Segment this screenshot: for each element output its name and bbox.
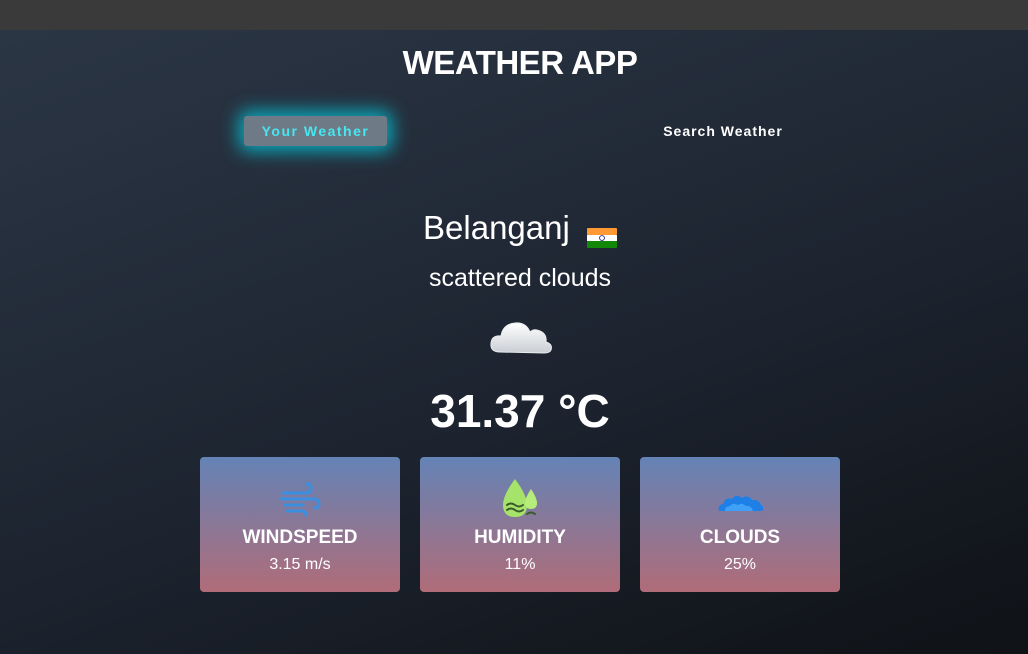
cloud-icon xyxy=(486,312,556,360)
app-title: WEATHER APP xyxy=(402,44,638,81)
city-heading: Belanganj xyxy=(0,206,1028,250)
windspeed-card: WINDSPEED 3.15 m/s xyxy=(200,457,400,592)
humidity-label: HUMIDITY xyxy=(474,527,566,548)
humidity-value: 11% xyxy=(504,556,536,573)
clouds-value: 25% xyxy=(723,556,757,573)
humidity-card: HUMIDITY 11% xyxy=(420,457,620,592)
humidity-icon xyxy=(495,477,545,521)
wind-icon xyxy=(275,477,325,521)
windspeed-label: WINDSPEED xyxy=(242,527,358,548)
clouds-label: CLOUDS xyxy=(699,527,781,548)
city-name: Belanganj xyxy=(423,209,570,246)
tab-search-weather[interactable]: Search Weather xyxy=(648,116,798,146)
weather-description: scattered clouds xyxy=(428,264,612,292)
browser-top-bar xyxy=(0,0,1028,30)
windspeed-value: 3.15 m/s xyxy=(269,556,331,573)
weather-app: WEATHER APP Your Weather Search Weather … xyxy=(0,30,1028,654)
temperature-value: 31.37 °C xyxy=(430,385,610,437)
india-flag-icon xyxy=(586,216,617,249)
tab-your-weather[interactable]: Your Weather xyxy=(244,116,387,146)
clouds-card: CLOUDS 25% xyxy=(640,457,840,592)
clouds-icon xyxy=(715,477,765,521)
